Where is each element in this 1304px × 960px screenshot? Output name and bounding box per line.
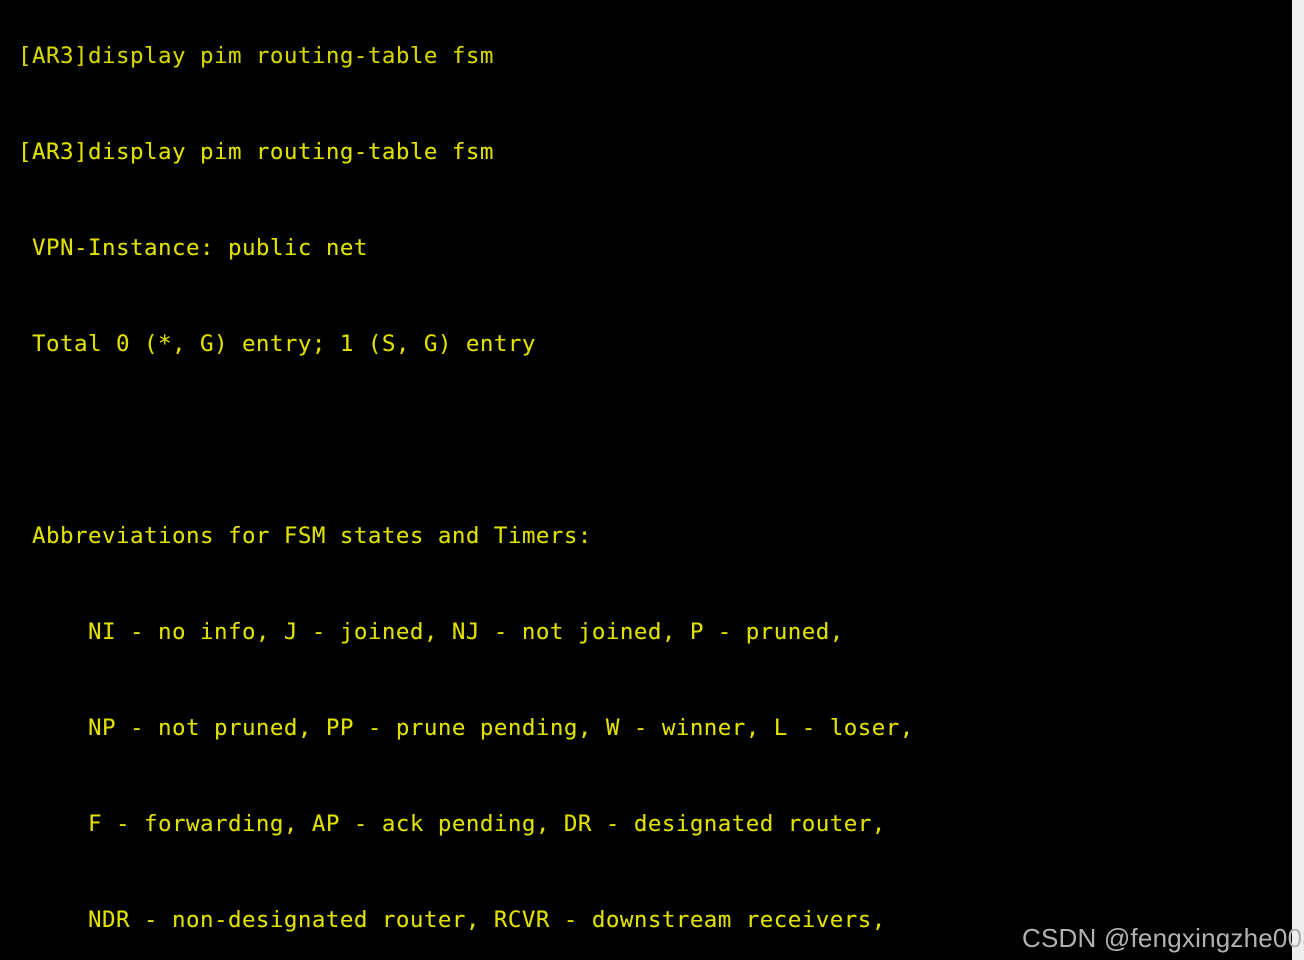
console-output[interactable]: [AR3]display pim routing-table fsm [AR3]…	[18, 0, 914, 960]
terminal-line-abbrev-4: NDR - non-designated router, RCVR - down…	[18, 907, 886, 933]
terminal-line-clipped: [AR3]display pim routing-table fsm	[18, 43, 494, 69]
terminal-line-blank-1	[18, 424, 914, 456]
terminal-line-abbrev-2: NP - not pruned, PP - prune pending, W -…	[18, 715, 914, 741]
terminal-line-vpn-instance: VPN-Instance: public net	[18, 235, 368, 261]
terminal-screenshot: [AR3]display pim routing-table fsm [AR3]…	[0, 0, 1304, 960]
right-edge-strip	[1292, 0, 1304, 960]
terminal-line-abbrev-3: F - forwarding, AP - ack pending, DR - d…	[18, 811, 886, 837]
terminal-line-abbrev-title: Abbreviations for FSM states and Timers:	[18, 523, 592, 549]
terminal-line-total: Total 0 (*, G) entry; 1 (S, G) entry	[18, 331, 536, 357]
csdn-watermark: CSDN @fengxingzhe008	[1022, 923, 1304, 953]
terminal-line-command: [AR3]display pim routing-table fsm	[18, 139, 494, 165]
terminal-surface[interactable]: [AR3]display pim routing-table fsm [AR3]…	[0, 0, 1292, 960]
terminal-line-abbrev-1: NI - no info, J - joined, NJ - not joine…	[18, 619, 844, 645]
